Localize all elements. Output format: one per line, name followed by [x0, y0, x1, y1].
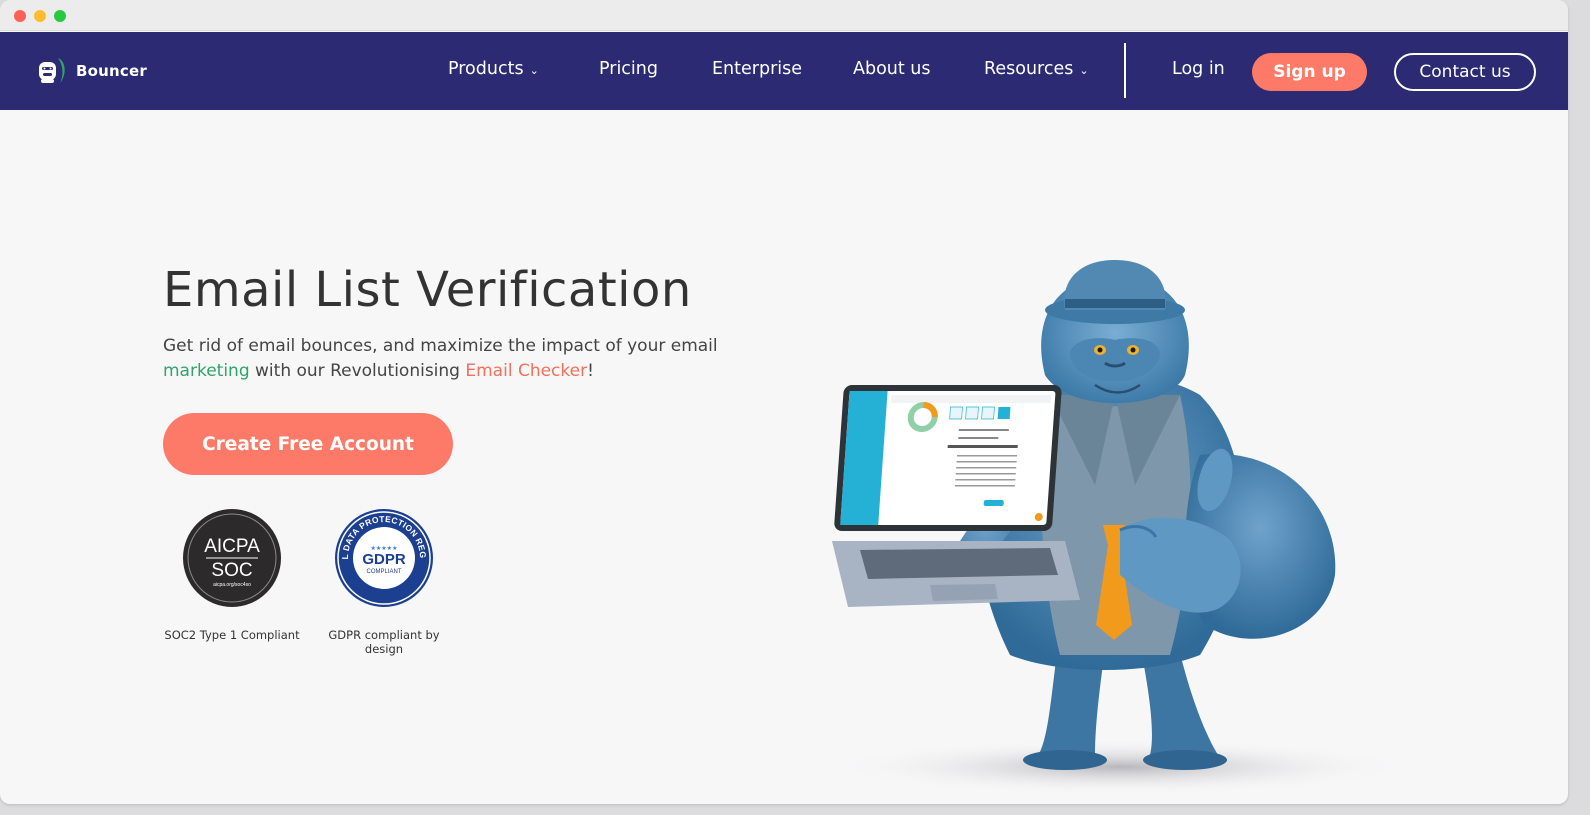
top-navbar: Bouncer Products ⌄ Pricing Enterprise Ab…: [0, 32, 1568, 110]
create-free-account-button[interactable]: Create Free Account: [163, 413, 453, 475]
hero-subtitle-part1: Get rid of email bounces, and maximize t…: [163, 336, 718, 356]
gdpr-main-text: GDPR: [362, 551, 406, 568]
maximize-window-button[interactable]: [54, 10, 66, 22]
nav-pricing-label: Pricing: [599, 59, 658, 79]
gorilla-mascot-illustration: [820, 255, 1410, 800]
chevron-down-icon: ⌄: [529, 63, 539, 77]
browser-window: Bouncer Products ⌄ Pricing Enterprise Ab…: [0, 0, 1568, 804]
nav-about-label: About us: [853, 59, 931, 79]
gdpr-seal: GENERAL DATA PROTECTION REGULATION ★★★★★…: [331, 500, 434, 608]
nav-enterprise[interactable]: Enterprise: [712, 59, 802, 79]
chevron-down-icon: ⌄: [1079, 63, 1089, 77]
aicpa-text: AICPA: [204, 536, 260, 557]
close-window-button[interactable]: [14, 10, 26, 22]
nav-resources[interactable]: Resources ⌄: [984, 59, 1089, 79]
contact-us-button[interactable]: Contact us: [1394, 53, 1536, 91]
gdpr-compliant-text: COMPLIANT: [366, 569, 401, 575]
nav-enterprise-label: Enterprise: [712, 59, 803, 79]
nav-divider: [1124, 43, 1126, 98]
brand-logo[interactable]: Bouncer: [36, 54, 147, 88]
signup-button[interactable]: Sign up: [1252, 53, 1367, 91]
hero-subtitle: Get rid of email bounces, and maximize t…: [163, 334, 723, 384]
aicpa-url-text: aicpa.org/soc4so: [213, 582, 251, 588]
marketing-highlight: marketing: [163, 361, 250, 381]
nav-about-us[interactable]: About us: [853, 59, 931, 79]
hero-title: Email List Verification: [163, 262, 692, 318]
hero-subtitle-part2: with our Revolutionising: [249, 361, 466, 381]
soc2-badge: AICPA SOC aicpa.org/soc4so SOC2 Type 1 C…: [163, 508, 301, 642]
nav-pricing[interactable]: Pricing: [599, 59, 658, 79]
nav-products[interactable]: Products ⌄: [448, 59, 539, 79]
nav-resources-label: Resources: [984, 59, 1074, 79]
soc-text: SOC: [211, 560, 252, 581]
aicpa-soc-seal: AICPA SOC aicpa.org/soc4so: [182, 508, 282, 608]
email-checker-link[interactable]: Email Checker: [465, 361, 587, 381]
login-link[interactable]: Log in: [1172, 59, 1225, 79]
soc2-caption: SOC2 Type 1 Compliant: [164, 628, 300, 642]
gdpr-badge: GENERAL DATA PROTECTION REGULATION ★★★★★…: [322, 500, 446, 656]
hero-subtitle-part3: !: [587, 361, 594, 381]
gorilla-logo-icon: [36, 55, 68, 87]
window-titlebar: [0, 0, 1568, 31]
gdpr-caption: GDPR compliant by design: [328, 628, 440, 656]
minimize-window-button[interactable]: [34, 10, 46, 22]
nav-products-label: Products: [448, 59, 524, 79]
brand-name: Bouncer: [76, 62, 147, 80]
